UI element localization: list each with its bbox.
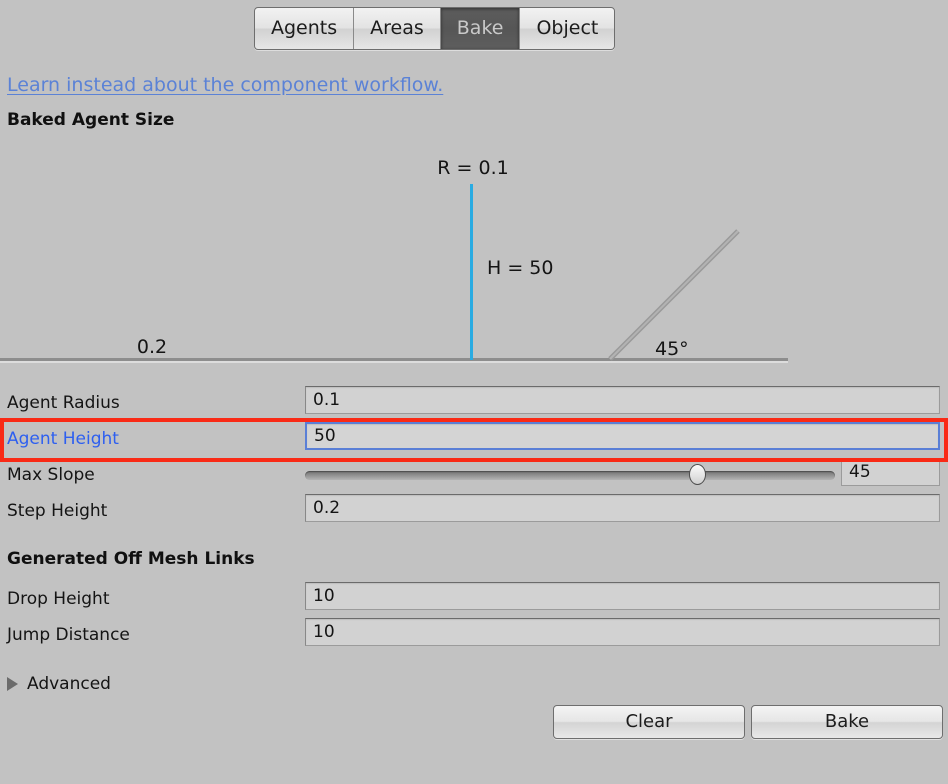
slider-max-slope[interactable]: [305, 464, 835, 485]
foldout-advanced-label: Advanced: [27, 674, 111, 694]
diagram-height-label: H = 50: [487, 257, 553, 279]
tab-areas[interactable]: Areas: [354, 8, 441, 49]
section-header-baked-agent-size: Baked Agent Size: [7, 110, 175, 130]
property-row-agent-height: Agent Height 50: [0, 422, 948, 458]
label-step-height: Step Height: [7, 501, 108, 521]
input-agent-radius[interactable]: 0.1: [305, 386, 940, 414]
tab-agents[interactable]: Agents: [255, 8, 355, 49]
agent-size-diagram: R = 0.1 H = 50 0.2 45°: [0, 140, 948, 372]
tab-object[interactable]: Object: [520, 8, 615, 49]
label-jump-distance: Jump Distance: [7, 625, 130, 645]
bake-button[interactable]: Bake: [751, 705, 943, 739]
diagram-ground-highlight: [0, 361, 788, 363]
property-row-max-slope: Max Slope 45: [0, 458, 948, 494]
diagram-slope-angle-label: 45°: [655, 338, 689, 360]
label-agent-height: Agent Height: [7, 429, 119, 449]
property-row-jump-distance: Jump Distance 10: [0, 618, 948, 654]
tab-bake[interactable]: Bake: [440, 8, 521, 49]
diagram-radius-label: R = 0.1: [437, 157, 508, 179]
slider-track[interactable]: [305, 471, 835, 480]
foldout-advanced[interactable]: Advanced: [7, 672, 111, 696]
property-row-agent-radius: Agent Radius 0.1: [0, 386, 948, 422]
label-drop-height: Drop Height: [7, 589, 110, 609]
clear-button[interactable]: Clear: [553, 705, 745, 739]
input-max-slope-value[interactable]: 45: [841, 458, 940, 486]
input-jump-distance[interactable]: 10: [305, 618, 940, 646]
component-workflow-link[interactable]: Learn instead about the component workfl…: [7, 74, 443, 96]
chevron-right-icon: [7, 677, 18, 691]
navmesh-tab-bar[interactable]: Agents Areas Bake Object: [254, 7, 616, 50]
diagram-step-label: 0.2: [137, 336, 167, 358]
input-drop-height[interactable]: 10: [305, 582, 940, 610]
diagram-agent-height-line: [470, 184, 473, 360]
label-agent-radius: Agent Radius: [7, 393, 120, 413]
property-row-drop-height: Drop Height 10: [0, 582, 948, 618]
slider-thumb[interactable]: [689, 464, 707, 485]
section-header-generated-off-mesh-links: Generated Off Mesh Links: [7, 549, 255, 569]
input-step-height[interactable]: 0.2: [305, 494, 940, 522]
input-agent-height[interactable]: 50: [305, 422, 940, 450]
label-max-slope: Max Slope: [7, 465, 95, 485]
property-row-step-height: Step Height 0.2: [0, 494, 948, 530]
